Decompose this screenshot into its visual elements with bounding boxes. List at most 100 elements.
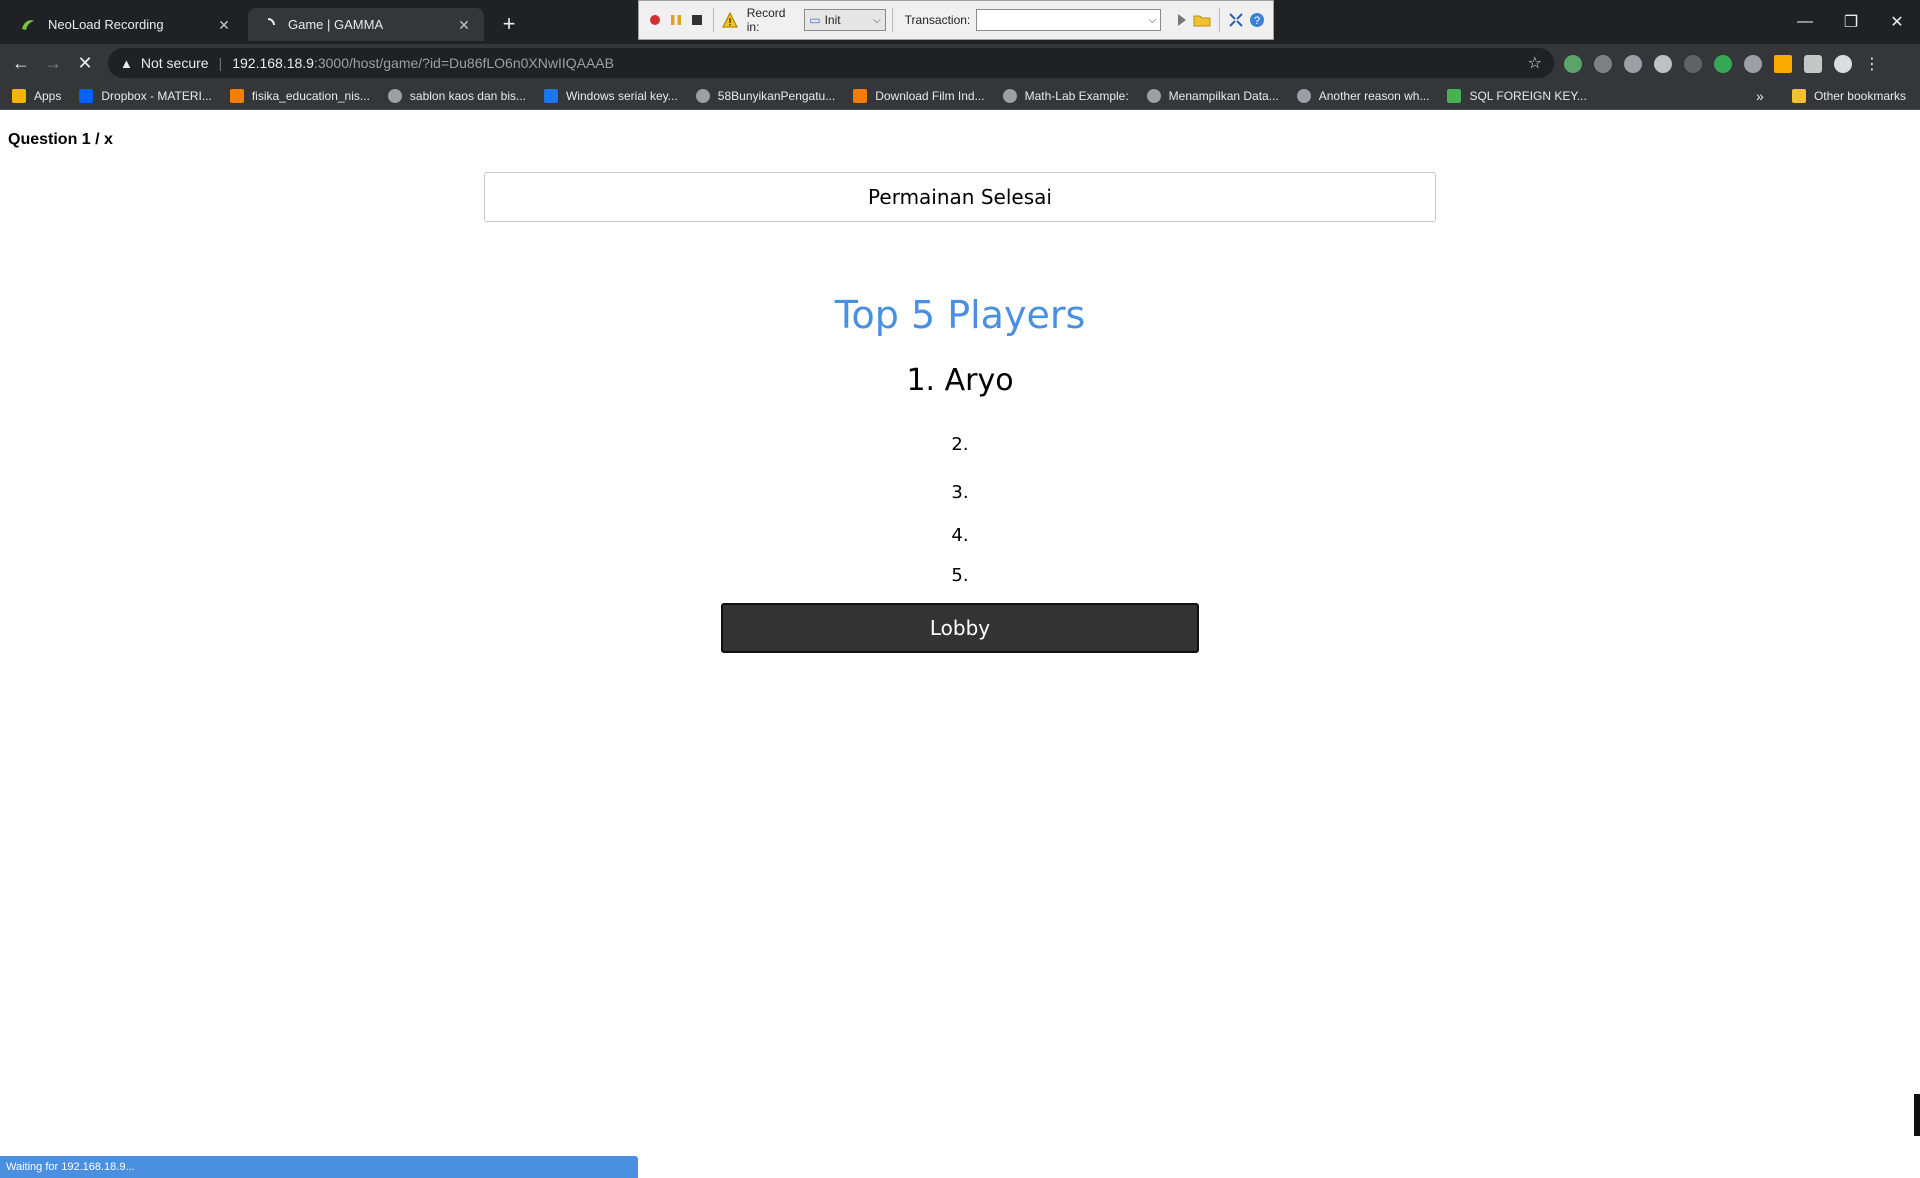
- leaderboard-rank-2: 2.: [951, 434, 969, 455]
- apps-grid-icon: [12, 88, 26, 103]
- extension-icon[interactable]: [1684, 55, 1702, 73]
- record-icon[interactable]: [645, 9, 666, 31]
- game-status-box: Permainan Selesai: [484, 172, 1436, 222]
- globe-icon: [1296, 88, 1311, 103]
- other-bookmarks-label: Other bookmarks: [1813, 89, 1906, 103]
- question-counter: Question 1 / x: [8, 131, 113, 148]
- close-tab-icon[interactable]: ✕: [456, 17, 472, 33]
- bookmark-item[interactable]: Math-Lab Example:: [1002, 88, 1129, 103]
- extension-icon[interactable]: [1714, 55, 1732, 73]
- fullscreen-icon[interactable]: [1226, 9, 1247, 31]
- bookmark-label: SQL FOREIGN KEY...: [1469, 88, 1587, 103]
- extensions-area: ⋮: [1564, 54, 1880, 74]
- bookmark-item[interactable]: Menampilkan Data...: [1146, 88, 1279, 103]
- divider: [891, 8, 893, 32]
- tab-neoload-recording[interactable]: NeoLoad Recording ✕: [8, 8, 244, 41]
- record-in-select[interactable]: ▭ Init ⌵: [804, 9, 886, 31]
- open-folder-icon[interactable]: [1192, 9, 1213, 31]
- puzzle-icon[interactable]: [1804, 55, 1822, 73]
- w3schools-icon: [1447, 88, 1462, 103]
- chat-icon[interactable]: [1654, 55, 1672, 73]
- divider: [713, 8, 715, 32]
- bookmark-label: Menampilkan Data...: [1168, 88, 1279, 103]
- url-path: :3000/host/game/?id=Du86fLO6n0XNwIIQAAAB: [313, 55, 614, 71]
- extension-icon[interactable]: [1624, 55, 1642, 73]
- leaderboard-rank-3: 3.: [951, 482, 969, 503]
- bookmark-item[interactable]: Apps: [12, 88, 62, 103]
- help-icon[interactable]: ?: [1246, 9, 1267, 31]
- folder-icon: [1791, 89, 1806, 103]
- dropbox-icon: [79, 88, 94, 103]
- avatar[interactable]: [1834, 55, 1852, 73]
- bookmark-label: Apps: [34, 88, 62, 103]
- minimize-icon[interactable]: —: [1782, 0, 1828, 44]
- forward-arrow-icon[interactable]: →: [40, 50, 66, 76]
- globe-icon: [1146, 88, 1161, 103]
- pause-icon[interactable]: [666, 9, 687, 31]
- bookmark-label: Download Film Ind...: [875, 88, 985, 103]
- bookmark-item[interactable]: sablon kaos dan bis...: [387, 88, 526, 103]
- hourglass-icon[interactable]: [1774, 55, 1792, 73]
- facebook-icon: [543, 88, 558, 103]
- tab-title: NeoLoad Recording: [48, 17, 164, 32]
- browser-toolbar: ← → ✕ ▲ Not secure | 192.168.18.9 :3000/…: [0, 44, 1920, 82]
- menu-kebab-icon[interactable]: ⋮: [1864, 54, 1880, 74]
- bookmark-item[interactable]: Dropbox - MATERI...: [79, 88, 212, 103]
- bookmark-label: Another reason wh...: [1318, 88, 1430, 103]
- chevron-down-icon: ⌵: [1148, 14, 1157, 26]
- bookmark-star-icon[interactable]: ☆: [1528, 53, 1542, 73]
- extension-icon[interactable]: [1744, 55, 1762, 73]
- close-window-icon[interactable]: ✕: [1874, 0, 1920, 44]
- more-bookmarks-icon[interactable]: »: [1756, 82, 1764, 110]
- bookmarks-bar: Apps Dropbox - MATERI... fisika_education_…: [0, 82, 1920, 110]
- bookmark-label: fisika_education_nis...: [251, 88, 370, 103]
- game-page: Question 1 / x Permainan Selesai Top 5 P…: [0, 111, 1920, 1178]
- divider: |: [218, 55, 223, 71]
- neoload-icon: [20, 17, 36, 33]
- url-host: 192.168.18.9: [232, 55, 314, 71]
- new-tab-button[interactable]: +: [498, 13, 520, 36]
- svg-text:?: ?: [1254, 15, 1260, 27]
- scroll-edge-marker: [1914, 1094, 1920, 1136]
- globe-icon: [387, 88, 402, 103]
- chevron-down-icon: ⌵: [873, 14, 881, 26]
- extension-icon[interactable]: [1564, 55, 1582, 73]
- loading-icon: [260, 17, 276, 33]
- bookmark-item[interactable]: Another reason wh...: [1296, 88, 1430, 103]
- record-in-label: Record in:: [746, 6, 786, 34]
- next-arrow-icon[interactable]: [1171, 9, 1192, 31]
- close-tab-icon[interactable]: ✕: [216, 17, 232, 33]
- back-arrow-icon[interactable]: ←: [8, 50, 34, 76]
- record-in-value: Init: [824, 13, 841, 27]
- security-label[interactable]: Not secure: [141, 55, 209, 71]
- address-bar[interactable]: ▲ Not secure | 192.168.18.9 :3000/host/g…: [108, 48, 1554, 78]
- tab-title: Game | GAMMA: [288, 17, 384, 32]
- restore-icon[interactable]: ❐: [1828, 0, 1874, 44]
- bookmark-label: Dropbox - MATERI...: [101, 88, 212, 103]
- bookmark-item[interactable]: 58BunyikanPengatu...: [695, 88, 835, 103]
- loading-status-bar: Waiting for 192.168.18.9...: [0, 1156, 638, 1178]
- bookmark-item[interactable]: fisika_education_nis...: [229, 88, 370, 103]
- warning-icon[interactable]: [720, 9, 741, 31]
- bookmark-item[interactable]: Download Film Ind...: [853, 88, 985, 103]
- transaction-select[interactable]: ⌵: [976, 9, 1162, 31]
- stop-icon[interactable]: [686, 9, 707, 31]
- other-bookmarks[interactable]: Other bookmarks: [1791, 82, 1906, 110]
- blogger-icon: [229, 88, 244, 103]
- neoload-recorder-toolbar: Record in: ▭ Init ⌵ Transaction: ⌵ ?: [638, 0, 1274, 40]
- folder-icon: ▭: [809, 13, 821, 27]
- tab-game-gamma[interactable]: Game | GAMMA ✕: [248, 8, 484, 41]
- leaderboard-rank-4: 4.: [951, 525, 969, 546]
- lobby-button[interactable]: Lobby: [721, 603, 1199, 653]
- leaderboard-title: Top 5 Players: [834, 293, 1086, 337]
- globe-icon: [1002, 88, 1017, 103]
- leaderboard-rank-1: 1. Aryo: [906, 363, 1014, 398]
- stop-loading-icon[interactable]: ✕: [72, 50, 98, 76]
- divider: [1218, 8, 1220, 32]
- warning-icon[interactable]: ▲: [120, 56, 133, 71]
- bookmark-item[interactable]: SQL FOREIGN KEY...: [1447, 88, 1587, 103]
- bookmark-item[interactable]: Windows serial key...: [543, 88, 678, 103]
- bookmark-label: Windows serial key...: [565, 88, 678, 103]
- drive-icon[interactable]: [1594, 55, 1612, 73]
- bookmark-label: sablon kaos dan bis...: [409, 88, 526, 103]
